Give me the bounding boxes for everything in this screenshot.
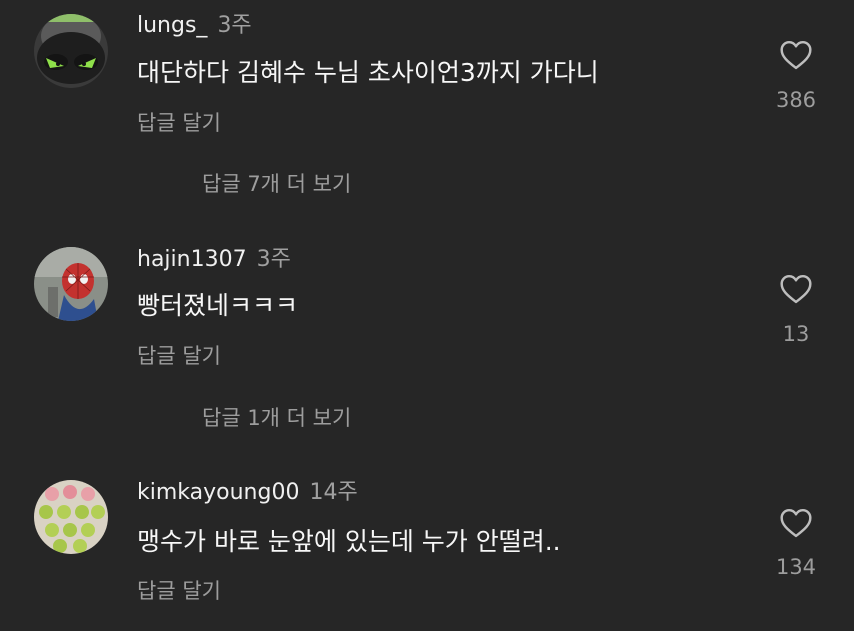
comment-header: kimkayoung00 14주 bbox=[137, 480, 358, 506]
like-count: 134 bbox=[775, 555, 817, 579]
green-eyed-monster-avatar-icon bbox=[34, 14, 108, 88]
like-count: 386 bbox=[775, 88, 817, 112]
heart-outline-icon[interactable] bbox=[779, 40, 813, 70]
avatar[interactable] bbox=[34, 14, 108, 88]
comment-time: 3주 bbox=[256, 247, 291, 272]
heart-outline-icon[interactable] bbox=[779, 508, 813, 538]
view-more-replies-button[interactable]: 답글 7개 더 보기 bbox=[202, 171, 351, 197]
comment-header: lungs_ 3주 bbox=[137, 13, 252, 39]
heart-outline-icon[interactable] bbox=[779, 274, 813, 304]
avatar[interactable] bbox=[34, 480, 108, 554]
comment-time: 3주 bbox=[217, 13, 252, 38]
username[interactable]: hajin1307 bbox=[137, 247, 247, 272]
like-count: 13 bbox=[782, 322, 810, 346]
macarons-avatar-icon bbox=[34, 480, 108, 554]
username[interactable]: lungs_ bbox=[137, 13, 207, 38]
view-more-replies-button[interactable]: 답글 1개 더 보기 bbox=[202, 405, 351, 431]
reply-button[interactable]: 답글 달기 bbox=[137, 343, 221, 369]
avatar[interactable] bbox=[34, 247, 108, 321]
comment-time: 14주 bbox=[309, 480, 358, 505]
comment-text: 대단하다 김혜수 누님 초사이언3까지 가다니 bbox=[137, 58, 599, 87]
comment-text: 빵터졌네ㅋㅋㅋ bbox=[137, 291, 299, 320]
reply-button[interactable]: 답글 달기 bbox=[137, 578, 221, 604]
comment-text: 맹수가 바로 눈앞에 있는데 누가 안떨려.. bbox=[137, 527, 561, 556]
reply-button[interactable]: 답글 달기 bbox=[137, 110, 221, 136]
spiderman-avatar-icon bbox=[34, 247, 108, 321]
comment-header: hajin1307 3주 bbox=[137, 247, 291, 273]
username[interactable]: kimkayoung00 bbox=[137, 480, 299, 505]
